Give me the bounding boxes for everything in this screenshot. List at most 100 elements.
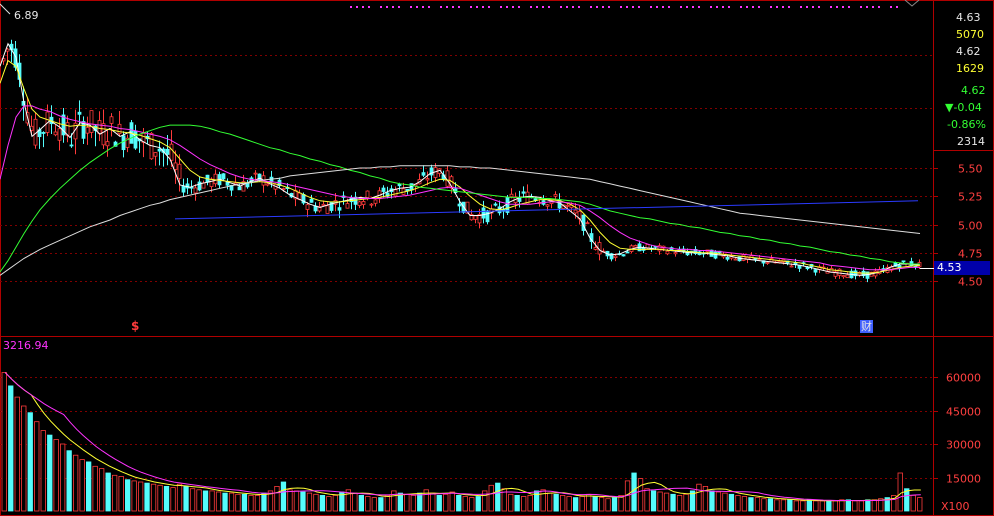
signal-dot [500, 6, 502, 8]
stock-chart[interactable]: 5.50 5.25 5.00 4.75 4.50 60000 45000 30000 1500… [0, 0, 994, 516]
volume-bar-up [735, 494, 741, 512]
signal-dot [776, 6, 778, 8]
volume-bar-up [858, 500, 864, 512]
candle-up [173, 162, 178, 170]
candle-down [77, 111, 82, 115]
info-value-6: 2314 [957, 135, 985, 148]
volume-bar-down [865, 499, 871, 512]
signal-dot [836, 6, 838, 8]
candle-up [393, 189, 398, 197]
volume-bar-down [417, 492, 423, 512]
volume-bar-up [793, 500, 799, 512]
signal-dot [716, 6, 718, 8]
volume-bar-down [319, 494, 326, 512]
signal-dot [650, 6, 652, 8]
last-price-tag: 4.53 [937, 261, 962, 274]
volume-bars [1, 372, 923, 512]
candlesticks [1, 39, 922, 283]
volume-bar-down [86, 461, 92, 512]
finance-report-marker[interactable]: 财 [860, 320, 873, 333]
dividend-marker[interactable]: $ [131, 320, 139, 333]
candle-down [505, 197, 510, 213]
candle-up [665, 250, 670, 255]
volume-bar-down [300, 491, 306, 512]
volume-bar-down [611, 497, 618, 512]
candle-up [321, 203, 326, 206]
signal-dot [722, 6, 724, 8]
volume-bar-up [508, 493, 514, 512]
volume-ma10-line [4, 372, 921, 502]
signal-dot [530, 6, 532, 8]
volume-bar-down [495, 482, 501, 512]
candle-up [593, 247, 598, 250]
candle-down [381, 187, 386, 192]
info-value-3: 4.62 [956, 45, 981, 58]
volume-high-label: 3216.94 [3, 339, 49, 352]
volume-bar-down [787, 499, 793, 512]
candle-down [121, 135, 126, 151]
signal-dot [626, 6, 628, 8]
reference-line [174, 200, 919, 220]
volume-bar-up [644, 488, 650, 512]
signal-dot [578, 6, 580, 8]
price-tick-label: 5.00 [958, 220, 983, 233]
volume-bar-up [34, 421, 40, 512]
candle-up [789, 265, 794, 268]
candle-down [237, 186, 242, 191]
candle-up [169, 143, 174, 161]
signal-dot [512, 6, 514, 8]
candle-up [97, 120, 102, 135]
signal-dot [896, 6, 898, 8]
signal-dot [638, 6, 640, 8]
price-change-pct: -0.86% [947, 118, 986, 131]
volume-bar-up [248, 494, 254, 512]
volume-bar-up [254, 494, 261, 512]
candle-down [481, 207, 486, 219]
info-value-5: 4.62 [961, 84, 986, 97]
signal-dot [506, 6, 508, 8]
signal-dot [350, 6, 352, 8]
signal-dot [566, 6, 568, 8]
signal-dot [380, 6, 382, 8]
signal-dot [758, 6, 760, 8]
volume-bar-down [183, 485, 189, 512]
price-tick-label: 5.50 [958, 163, 983, 176]
signal-dot [386, 6, 388, 8]
signal-dot [422, 6, 424, 8]
volume-bar-down [670, 493, 676, 512]
info-value-4: 1629 [956, 62, 984, 75]
signal-dot [710, 6, 712, 8]
candle-down [625, 251, 630, 254]
signal-dot [518, 6, 520, 8]
signal-dot [812, 6, 814, 8]
volume-bar-down [806, 499, 812, 512]
volume-bar-up [150, 483, 157, 512]
volume-bar-up [352, 492, 358, 512]
candle-up [89, 110, 94, 133]
volume-bar-up [313, 493, 319, 512]
signal-dot [770, 6, 772, 8]
volume-bar-up [60, 443, 66, 512]
volume-bar-up [897, 472, 903, 512]
volume-bar-down [728, 493, 735, 512]
price-gridlines [0, 55, 933, 282]
signal-dot [548, 6, 550, 8]
volume-bar-down [358, 494, 365, 512]
signal-dot [398, 6, 400, 8]
volume-bar-down [280, 481, 287, 512]
candle-down [725, 257, 730, 260]
volume-bar-up [560, 494, 566, 512]
volume-bar-up [696, 483, 702, 512]
candle-up [345, 203, 350, 209]
volume-bar-up [326, 496, 332, 512]
volume-bar-down [475, 496, 481, 512]
signal-dot [428, 6, 430, 8]
candle-up [265, 183, 270, 186]
candle-up [177, 163, 182, 179]
signal-dot [458, 6, 460, 8]
volume-bar-up [430, 492, 436, 512]
signal-dot [746, 6, 748, 8]
volume-bar-down [202, 490, 209, 512]
signal-dot [662, 6, 664, 8]
volume-unit-label: X100 [941, 500, 970, 513]
